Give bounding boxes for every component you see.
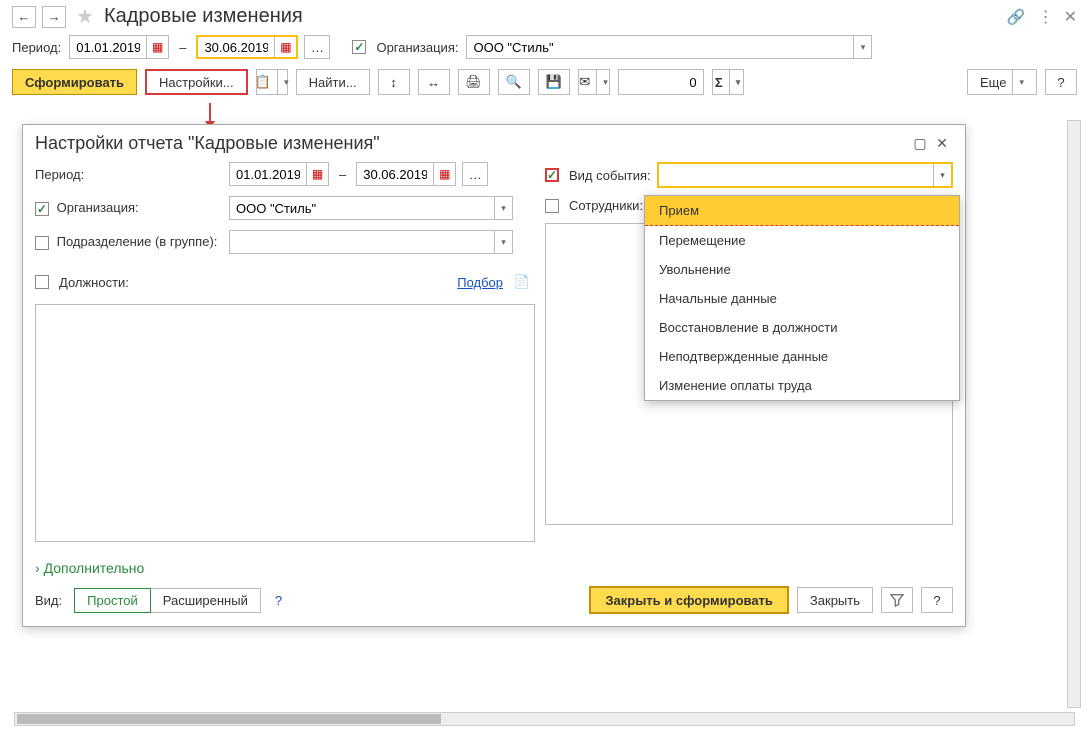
close-icon[interactable]: ✕ <box>1064 7 1077 27</box>
date-from-input[interactable] <box>70 36 146 58</box>
event-type-input[interactable] <box>659 164 933 186</box>
org-combo[interactable]: ▾ <box>466 35 872 59</box>
date-separator: – <box>339 167 346 182</box>
horizontal-scrollbar[interactable] <box>14 712 1075 726</box>
page-title: Кадровые изменения <box>104 5 1001 28</box>
calendar-icon[interactable]: ▦ <box>433 163 455 185</box>
event-label: Вид события: <box>569 168 651 183</box>
modal-date-from-field[interactable]: ▦ <box>229 162 329 186</box>
mail-button[interactable]: ✉▾ <box>578 69 610 95</box>
modal-period-label: Период: <box>35 167 223 182</box>
settings-button[interactable]: Настройки... <box>145 69 248 95</box>
close-modal-icon[interactable]: ✕ <box>931 134 953 154</box>
modal-title: Настройки отчета "Кадровые изменения" <box>35 133 909 154</box>
event-checkbox[interactable] <box>545 168 559 182</box>
dropdown-option[interactable]: Перемещение <box>645 226 959 255</box>
mode-advanced-button[interactable]: Расширенный <box>151 588 261 613</box>
date-from-field[interactable]: ▦ <box>69 35 169 59</box>
help-button[interactable]: ? <box>1045 69 1077 95</box>
scroll-thumb[interactable] <box>17 714 441 724</box>
modal-org-input[interactable] <box>230 197 494 219</box>
maximize-icon[interactable]: ▢ <box>909 134 931 154</box>
modal-help-button[interactable]: ? <box>921 587 953 613</box>
modal-org-combo[interactable]: ▾ <box>229 196 513 220</box>
close-button[interactable]: Закрыть <box>797 587 873 613</box>
dropdown-option[interactable]: Увольнение <box>645 255 959 284</box>
more-label: Еще <box>980 75 1006 90</box>
paste-button[interactable]: 📋▾ <box>256 69 288 95</box>
preview-button[interactable]: 🔍 <box>498 69 530 95</box>
dropdown-option[interactable]: Прием <box>645 196 959 226</box>
date-separator: – <box>179 40 186 55</box>
pick-link[interactable]: Подбор <box>457 275 503 290</box>
link-icon[interactable]: 🔗 <box>1007 8 1026 26</box>
modal-org-label-wrap: Организация: <box>35 200 223 216</box>
period-picker-button[interactable]: … <box>304 35 330 59</box>
modal-dept-input[interactable] <box>230 231 494 253</box>
chevron-down-icon[interactable]: ▾ <box>494 197 512 219</box>
modal-date-to-field[interactable]: ▦ <box>356 162 456 186</box>
modal-date-to-input[interactable] <box>357 163 433 185</box>
modal-positions-label: Должности: <box>59 275 129 290</box>
modal-dept-combo[interactable]: ▾ <box>229 230 513 254</box>
event-type-field[interactable]: ▾ <box>657 162 953 188</box>
kebab-menu-icon[interactable]: ⋮ <box>1038 7 1052 27</box>
modal-dept-label: Подразделение (в группе): <box>57 234 218 249</box>
mode-simple-button[interactable]: Простой <box>74 588 151 613</box>
find-button[interactable]: Найти... <box>296 69 370 95</box>
expand-button[interactable]: ↕ <box>378 69 410 95</box>
modal-dept-checkbox[interactable] <box>35 236 49 250</box>
dropdown-option[interactable]: Неподтвержденные данные <box>645 342 959 371</box>
modal-org-label: Организация: <box>57 200 139 215</box>
org-label: Организация: <box>376 40 458 55</box>
more-button[interactable]: Еще▾ <box>967 69 1037 95</box>
print-button[interactable]: 🖨 <box>458 69 490 95</box>
calendar-icon[interactable]: ▦ <box>146 36 168 58</box>
date-to-field[interactable]: ▦ <box>196 35 298 59</box>
annotation-arrow <box>209 103 211 123</box>
org-checkbox[interactable] <box>352 40 366 54</box>
view-mode-segment: Простой Расширенный <box>74 588 261 613</box>
copy-icon[interactable]: 📄 <box>509 270 535 294</box>
additional-link[interactable]: Дополнительно <box>35 560 144 576</box>
org-input[interactable] <box>467 36 853 58</box>
positions-listbox[interactable] <box>35 304 535 542</box>
event-type-dropdown: Прием Перемещение Увольнение Начальные д… <box>644 195 960 401</box>
calendar-icon[interactable]: ▦ <box>274 37 296 57</box>
calendar-icon[interactable]: ▦ <box>306 163 328 185</box>
generate-button[interactable]: Сформировать <box>12 69 137 95</box>
modal-period-picker-button[interactable]: … <box>462 162 488 186</box>
period-label: Период: <box>12 40 61 55</box>
sum-button[interactable]: Σ▾ <box>712 69 744 95</box>
modal-date-from-input[interactable] <box>230 163 306 185</box>
nav-back-button[interactable]: ← <box>12 6 36 28</box>
modal-dept-label-wrap: Подразделение (в группе): <box>35 234 223 250</box>
nav-forward-button[interactable]: → <box>42 6 66 28</box>
modal-org-checkbox[interactable] <box>35 202 49 216</box>
employees-label: Сотрудники: <box>569 198 643 213</box>
close-and-generate-button[interactable]: Закрыть и сформировать <box>589 586 789 614</box>
date-to-input[interactable] <box>198 37 274 57</box>
favorite-star-icon[interactable]: ★ <box>76 4 94 29</box>
view-label: Вид: <box>35 593 62 608</box>
save-button[interactable]: 💾 <box>538 69 570 95</box>
view-help-icon[interactable]: ? <box>275 593 282 608</box>
employees-checkbox[interactable] <box>545 199 559 213</box>
number-field[interactable] <box>618 69 704 95</box>
collapse-button[interactable]: ↔ <box>418 69 450 95</box>
dropdown-option[interactable]: Восстановление в должности <box>645 313 959 342</box>
filter-button[interactable] <box>881 587 913 613</box>
filter-icon <box>890 593 904 607</box>
dropdown-option[interactable]: Начальные данные <box>645 284 959 313</box>
modal-positions-checkbox[interactable] <box>35 275 49 289</box>
vertical-scrollbar[interactable] <box>1067 120 1081 708</box>
chevron-down-icon[interactable]: ▾ <box>933 164 951 186</box>
dropdown-option[interactable]: Изменение оплаты труда <box>645 371 959 400</box>
chevron-down-icon[interactable]: ▾ <box>494 231 512 253</box>
chevron-down-icon[interactable]: ▾ <box>853 36 871 58</box>
